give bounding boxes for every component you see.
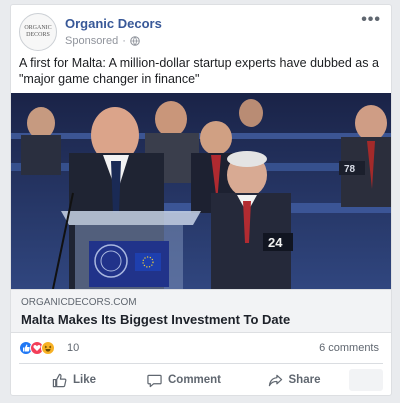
comment-icon bbox=[147, 374, 162, 387]
comment-button[interactable]: Comment bbox=[129, 365, 239, 395]
thumbs-up-icon bbox=[52, 373, 67, 387]
link-domain: ORGANICDECORS.COM bbox=[21, 297, 137, 308]
post-header: ORGANIC DECORS Organic Decors Sponsored … bbox=[19, 11, 383, 53]
globe-icon bbox=[130, 36, 140, 46]
reactions-bar: 10 6 comments bbox=[19, 340, 383, 360]
like-label: Like bbox=[72, 374, 96, 386]
page-avatar[interactable]: ORGANIC DECORS bbox=[19, 13, 57, 51]
comments-count-link[interactable]: 6 comments bbox=[319, 342, 379, 354]
post-actions: Like Comment Share bbox=[19, 365, 383, 395]
reaction-count[interactable]: 10 bbox=[67, 342, 79, 354]
post-image[interactable]: 78 24 bbox=[11, 93, 391, 289]
like-button[interactable]: Like bbox=[19, 365, 129, 395]
dot-separator: · bbox=[122, 35, 126, 47]
share-icon bbox=[268, 374, 282, 386]
post-meta: Sponsored · bbox=[65, 35, 140, 47]
seat-number-78: 78 bbox=[344, 164, 356, 175]
link-preview[interactable]: ORGANICDECORS.COM Malta Makes Its Bigges… bbox=[11, 289, 391, 333]
post-card: ORGANIC DECORS Organic Decors Sponsored … bbox=[10, 4, 392, 396]
share-button[interactable]: Share bbox=[239, 365, 349, 395]
sponsored-label[interactable]: Sponsored bbox=[65, 35, 118, 47]
haha-reaction-icon bbox=[41, 341, 55, 355]
comment-label: Comment bbox=[167, 374, 222, 386]
link-headline[interactable]: Malta Makes Its Biggest Investment To Da… bbox=[21, 312, 290, 327]
avatar-logo: ORGANIC DECORS bbox=[24, 25, 52, 38]
parliament-photo: 78 24 bbox=[11, 93, 391, 289]
seat-number-24: 24 bbox=[268, 235, 283, 250]
page-name-link[interactable]: Organic Decors bbox=[65, 16, 162, 31]
audience-selector-button[interactable] bbox=[349, 369, 383, 391]
post-text: A first for Malta: A million-dollar star… bbox=[19, 56, 379, 86]
reaction-icons[interactable] bbox=[19, 341, 55, 355]
share-label: Share bbox=[288, 374, 321, 386]
more-options-button[interactable]: ••• bbox=[361, 11, 381, 29]
actions-divider bbox=[19, 363, 383, 364]
